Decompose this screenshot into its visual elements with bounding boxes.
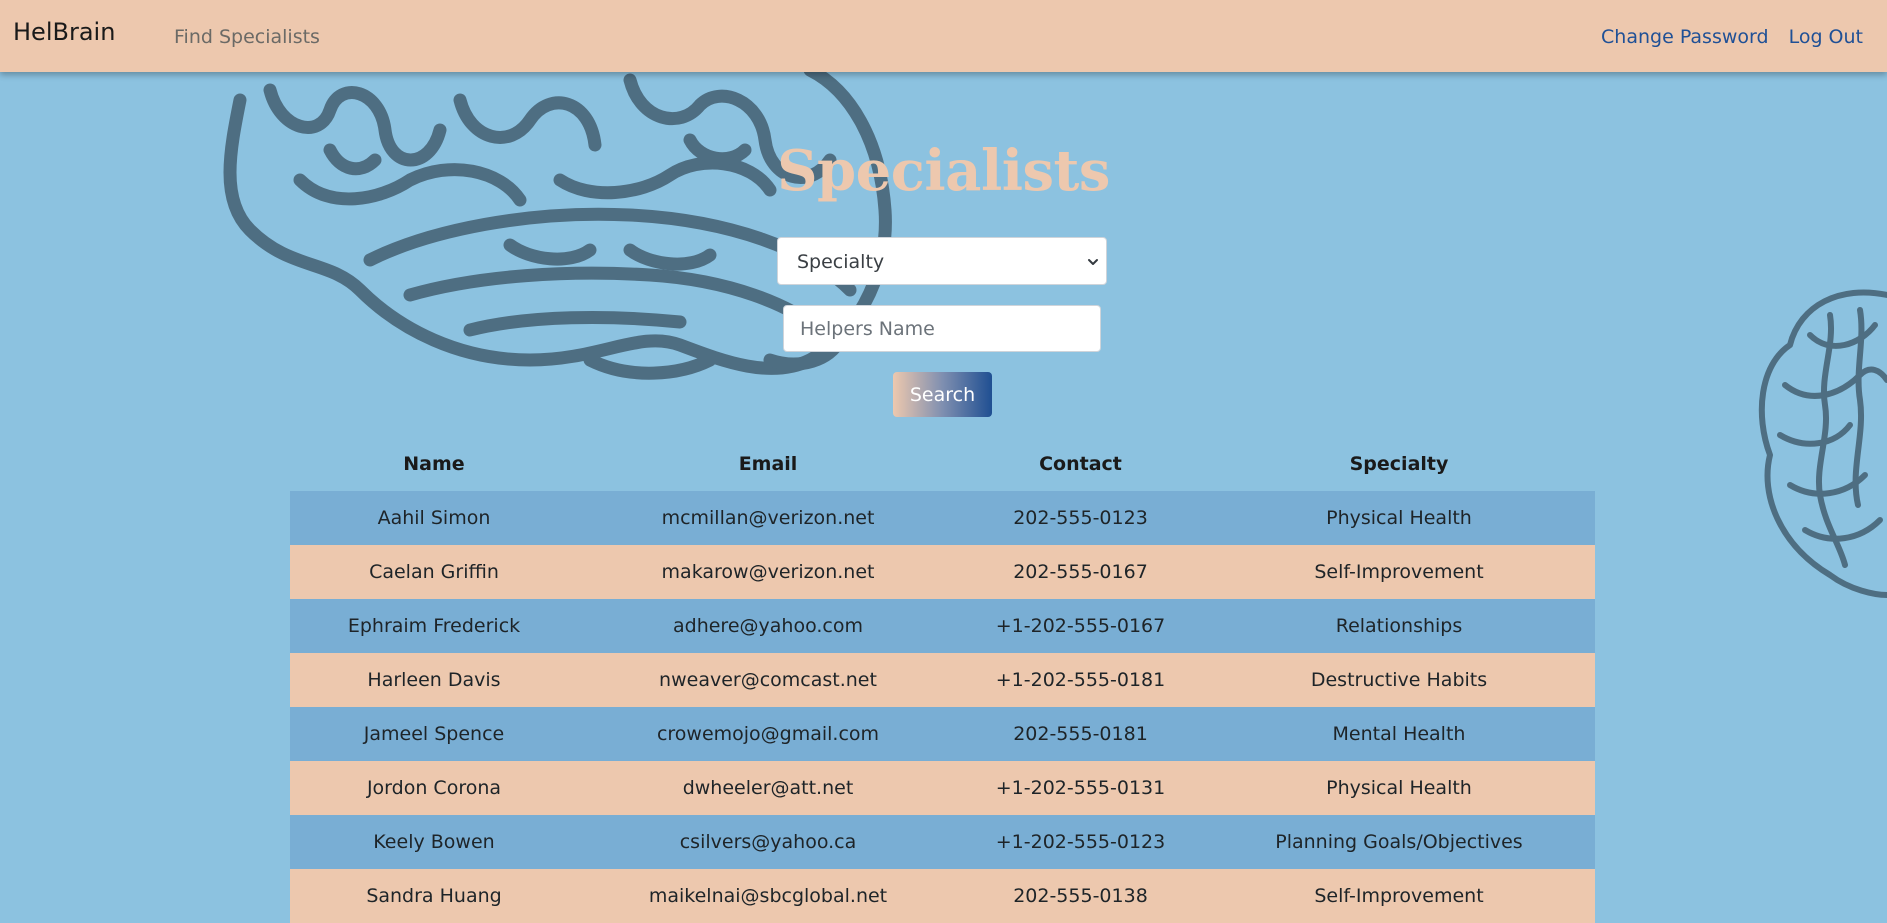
cell-contact: +1-202-555-0123 bbox=[958, 815, 1203, 869]
cell-specialty: Mental Health bbox=[1203, 707, 1595, 761]
cell-specialty: Physical Health bbox=[1203, 491, 1595, 545]
cell-specialty: Self-Improvement bbox=[1203, 545, 1595, 599]
cell-contact: 202-555-0138 bbox=[958, 869, 1203, 923]
table-row: Jordon Corona dwheeler@att.net +1-202-55… bbox=[290, 761, 1595, 815]
cell-email: dwheeler@att.net bbox=[578, 761, 958, 815]
specialty-select-value: Specialty bbox=[797, 251, 885, 273]
cell-specialty: Planning Goals/Objectives bbox=[1203, 815, 1595, 869]
column-header-specialty: Specialty bbox=[1349, 452, 1449, 475]
cell-email: crowemojo@gmail.com bbox=[578, 707, 958, 761]
top-navbar: HelBrain Find Specialists Change Passwor… bbox=[0, 0, 1887, 72]
cell-contact: +1-202-555-0131 bbox=[958, 761, 1203, 815]
cell-email: csilvers@yahoo.ca bbox=[578, 815, 958, 869]
column-header-email: Email bbox=[738, 452, 798, 475]
nav-link-logout[interactable]: Log Out bbox=[1789, 26, 1863, 48]
cell-contact: 202-555-0181 bbox=[958, 707, 1203, 761]
cell-email: nweaver@comcast.net bbox=[578, 653, 958, 707]
nav-link-change-password[interactable]: Change Password bbox=[1601, 26, 1769, 48]
table-header-row: Name Email Contact Specialty bbox=[290, 436, 1595, 491]
cell-email: maikelnai@sbcglobal.net bbox=[578, 869, 958, 923]
cell-specialty: Destructive Habits bbox=[1203, 653, 1595, 707]
cell-name: Keely Bowen bbox=[290, 815, 578, 869]
page-title: Specialists bbox=[777, 138, 1110, 204]
table-row: Jameel Spence crowemojo@gmail.com 202-55… bbox=[290, 707, 1595, 761]
cell-specialty: Physical Health bbox=[1203, 761, 1595, 815]
search-button[interactable]: Search bbox=[893, 372, 992, 417]
cell-contact: +1-202-555-0181 bbox=[958, 653, 1203, 707]
nav-link-find-specialists[interactable]: Find Specialists bbox=[174, 26, 320, 48]
cell-name: Harleen Davis bbox=[290, 653, 578, 707]
cell-specialty: Self-Improvement bbox=[1203, 869, 1595, 923]
cell-contact: 202-555-0123 bbox=[958, 491, 1203, 545]
cell-name: Sandra Huang bbox=[290, 869, 578, 923]
brain-illustration-right-icon bbox=[1758, 289, 1887, 598]
cell-name: Aahil Simon bbox=[290, 491, 578, 545]
cell-name: Jordon Corona bbox=[290, 761, 578, 815]
cell-email: adhere@yahoo.com bbox=[578, 599, 958, 653]
chevron-down-icon bbox=[1088, 259, 1098, 265]
table-row: Keely Bowen csilvers@yahoo.ca +1-202-555… bbox=[290, 815, 1595, 869]
cell-email: makarow@verizon.net bbox=[578, 545, 958, 599]
nav-right-links: Change Password Log Out bbox=[1601, 26, 1863, 48]
specialty-select[interactable]: Specialty bbox=[777, 237, 1107, 285]
column-header-name: Name bbox=[403, 452, 465, 475]
table-row: Caelan Griffin makarow@verizon.net 202-5… bbox=[290, 545, 1595, 599]
cell-name: Ephraim Frederick bbox=[290, 599, 578, 653]
specialists-table: Name Email Contact Specialty Aahil Simon… bbox=[290, 436, 1595, 923]
helper-name-input[interactable] bbox=[783, 305, 1101, 352]
table-row: Harleen Davis nweaver@comcast.net +1-202… bbox=[290, 653, 1595, 707]
cell-contact: +1-202-555-0167 bbox=[958, 599, 1203, 653]
cell-name: Caelan Griffin bbox=[290, 545, 578, 599]
table-row: Ephraim Frederick adhere@yahoo.com +1-20… bbox=[290, 599, 1595, 653]
cell-specialty: Relationships bbox=[1203, 599, 1595, 653]
table-row: Aahil Simon mcmillan@verizon.net 202-555… bbox=[290, 491, 1595, 545]
cell-name: Jameel Spence bbox=[290, 707, 578, 761]
cell-email: mcmillan@verizon.net bbox=[578, 491, 958, 545]
cell-contact: 202-555-0167 bbox=[958, 545, 1203, 599]
column-header-contact: Contact bbox=[1039, 452, 1122, 475]
brand-logo[interactable]: HelBrain bbox=[13, 18, 115, 46]
table-row: Sandra Huang maikelnai@sbcglobal.net 202… bbox=[290, 869, 1595, 923]
